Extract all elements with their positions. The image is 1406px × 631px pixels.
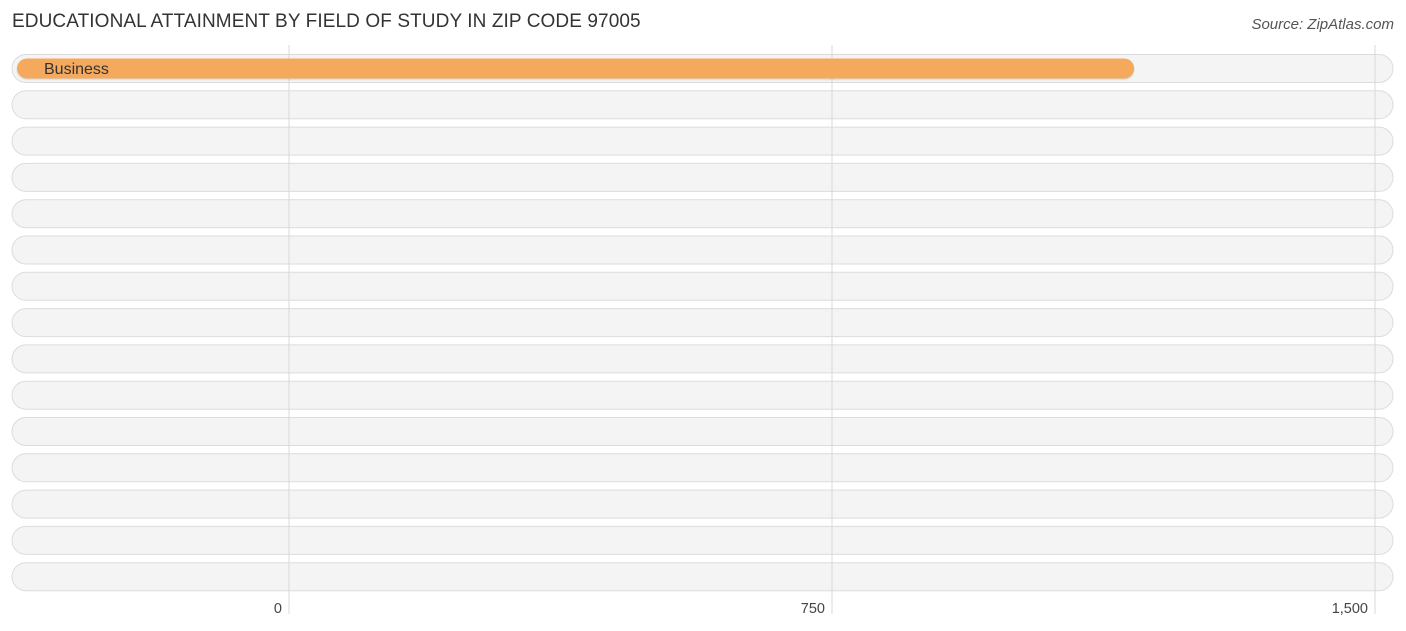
bar-track xyxy=(11,162,1394,192)
bar-track xyxy=(11,271,1394,301)
bar-track xyxy=(11,380,1394,410)
category-label: Business xyxy=(44,61,109,78)
bar-track xyxy=(11,199,1394,229)
bar-track xyxy=(11,562,1394,592)
bar-track xyxy=(11,344,1394,374)
bars: Business xyxy=(17,58,1135,79)
x-axis-ticks: 0 750 1,500 xyxy=(274,601,1368,617)
bar-track xyxy=(11,126,1394,156)
x-tick-label: 0 xyxy=(274,601,282,617)
bar-track xyxy=(11,489,1394,519)
bar-tracks xyxy=(11,54,1394,592)
bar-row: Business xyxy=(17,58,1135,79)
bar xyxy=(17,58,1135,79)
bar-track xyxy=(11,453,1394,483)
x-tick-label: 1,500 xyxy=(1332,601,1368,617)
bar-track xyxy=(11,90,1394,120)
bar-chart: Business 0 750 1,500 xyxy=(11,45,1394,617)
bar-track xyxy=(11,525,1394,555)
bar-track xyxy=(11,417,1394,446)
bar-track xyxy=(11,308,1394,338)
x-tick-label: 750 xyxy=(801,601,825,617)
bar-track xyxy=(11,235,1394,265)
